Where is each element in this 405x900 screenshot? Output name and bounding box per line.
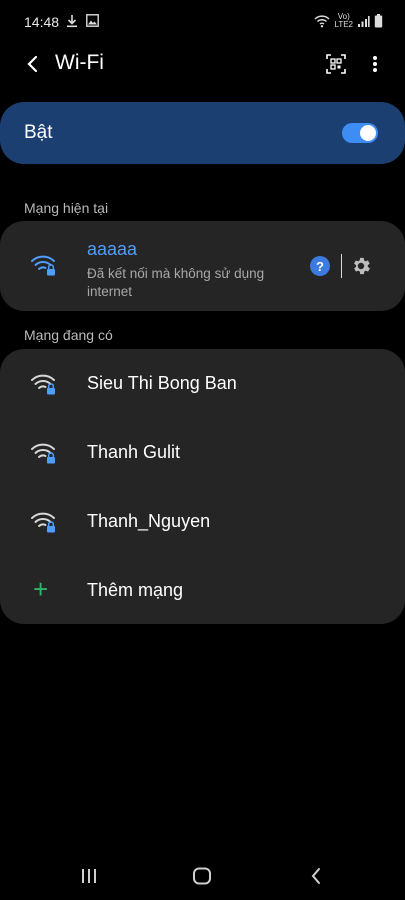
home-icon (193, 867, 211, 885)
wifi-locked-icon (31, 512, 55, 533)
gallery-icon (86, 14, 99, 27)
wifi-locked-icon (31, 255, 55, 276)
signal-icon (358, 15, 370, 27)
recents-button[interactable] (69, 864, 109, 888)
app-bar: Wi-Fi (0, 40, 405, 88)
network-item[interactable]: Sieu Thi Bong Ban (0, 349, 405, 418)
current-network-card[interactable]: aaaaa Đã kết nối mà không sử dụng intern… (0, 221, 405, 311)
more-vert-icon (373, 56, 377, 72)
available-networks-header: Mạng đang có (24, 327, 113, 343)
gear-icon[interactable] (350, 255, 372, 277)
add-network-button[interactable]: + Thêm mạng (0, 556, 405, 625)
network-name: Thanh Gulit (87, 442, 181, 462)
current-network-header: Mạng hiện tại (24, 200, 109, 216)
current-network-status: Đã kết nối mà không sử dụng internet (87, 266, 265, 299)
qr-scan-icon (326, 54, 346, 74)
wifi-toggle-switch[interactable] (342, 123, 378, 143)
nav-back-button[interactable] (296, 864, 336, 888)
wifi-toggle-card[interactable]: Bật (0, 102, 405, 164)
battery-icon (374, 14, 383, 28)
available-networks-card: Sieu Thi Bong Ban Thanh Gulit Thanh_Nguy… (0, 349, 405, 624)
status-bar: 14:48 Vo) LTE2 (0, 0, 405, 40)
switch-knob (360, 125, 376, 141)
help-button[interactable]: ? (310, 256, 330, 276)
network-item[interactable]: Thanh Gulit (0, 418, 405, 487)
wifi-locked-icon (31, 443, 55, 464)
network-item[interactable]: Thanh_Nguyen (0, 487, 405, 556)
page-title: Wi-Fi (55, 51, 104, 74)
nav-back-icon (311, 868, 320, 884)
qr-scan-button[interactable] (321, 50, 351, 78)
download-icon (67, 15, 77, 28)
wifi-status-icon (314, 15, 330, 28)
add-network-label: Thêm mạng (87, 580, 184, 600)
current-network-name: aaaaa (87, 239, 138, 259)
wifi-locked-icon (31, 374, 55, 395)
back-arrow-icon (27, 55, 38, 73)
more-options-button[interactable] (363, 50, 387, 78)
network-name: Sieu Thi Bong Ban (87, 373, 237, 393)
wifi-toggle-label: Bật (24, 122, 53, 143)
network-type-label: Vo) LTE2 (334, 12, 353, 29)
navigation-bar (0, 850, 405, 900)
plus-icon: + (33, 574, 49, 604)
status-time: 14:48 (24, 14, 60, 30)
back-button[interactable] (16, 50, 48, 78)
divider (341, 254, 342, 278)
recents-icon (82, 869, 96, 883)
home-button[interactable] (182, 864, 222, 888)
network-name: Thanh_Nguyen (87, 511, 211, 531)
